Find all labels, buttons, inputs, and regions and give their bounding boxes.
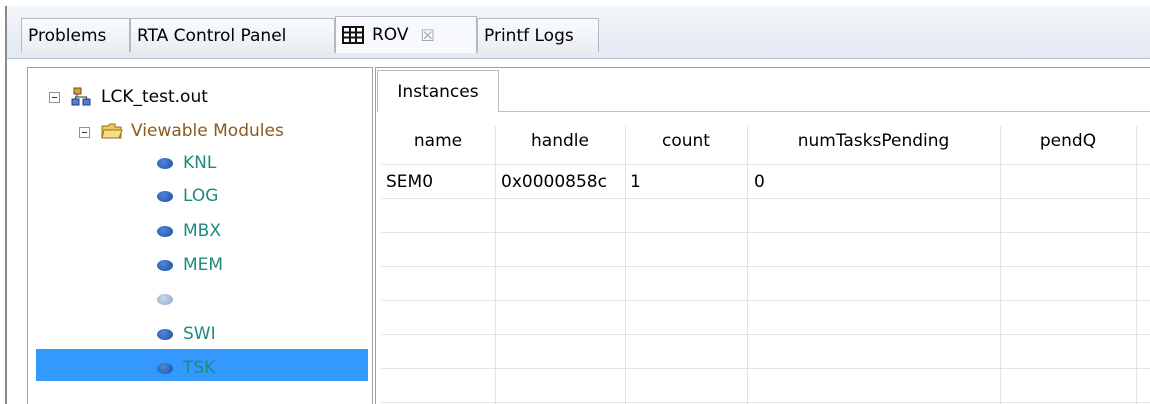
tab-problems[interactable]: Problems bbox=[21, 18, 130, 52]
module-label: MBX bbox=[183, 221, 221, 241]
view-tab-bar: Problems RTA Control Panel ROV ☒ Printf … bbox=[7, 6, 1150, 59]
column-header-name[interactable]: name bbox=[381, 126, 495, 156]
tree-folder-item[interactable]: Viewable Modules bbox=[101, 116, 284, 146]
row-divider bbox=[381, 402, 1150, 403]
tree-folder-label: Viewable Modules bbox=[131, 121, 284, 141]
module-bullet-icon bbox=[157, 225, 173, 237]
module-label: LOG bbox=[183, 186, 219, 206]
column-divider bbox=[1000, 126, 1001, 404]
column-divider bbox=[495, 126, 496, 404]
tree-module-item-selected[interactable]: SEM bbox=[157, 284, 219, 314]
cell-numtaskspending: 0 bbox=[754, 172, 765, 192]
tree-root-label: LCK_test.out bbox=[101, 87, 208, 107]
row-divider bbox=[381, 334, 1150, 335]
cell-handle: 0x0000858c bbox=[501, 172, 607, 192]
open-folder-icon bbox=[101, 122, 123, 140]
close-icon[interactable]: ☒ bbox=[421, 26, 435, 45]
row-divider bbox=[381, 164, 1150, 165]
module-label: TSK bbox=[183, 358, 216, 378]
tab-rov[interactable]: ROV ☒ bbox=[335, 16, 477, 53]
table-grid-icon bbox=[342, 26, 364, 44]
tab-label: Printf Logs bbox=[484, 25, 574, 46]
module-label: KNL bbox=[183, 153, 217, 173]
tree-module-item[interactable]: MBX bbox=[157, 216, 221, 246]
tab-rta-control-panel[interactable]: RTA Control Panel bbox=[130, 18, 335, 52]
column-divider bbox=[625, 126, 626, 404]
tab-label: Instances bbox=[397, 81, 479, 102]
row-divider bbox=[381, 266, 1150, 267]
cell-name: SEM0 bbox=[386, 172, 434, 192]
tree-module-item[interactable]: MEM bbox=[157, 250, 223, 280]
module-bullet-icon bbox=[157, 362, 173, 374]
collapse-toggle-icon[interactable] bbox=[79, 127, 90, 138]
module-bullet-icon bbox=[157, 328, 173, 340]
window-border bbox=[5, 6, 7, 404]
tree-module-item[interactable]: SWI bbox=[157, 319, 216, 349]
program-structure-icon bbox=[71, 87, 93, 107]
row-divider bbox=[381, 232, 1150, 233]
row-divider bbox=[381, 368, 1150, 369]
module-bullet-icon bbox=[157, 293, 173, 305]
module-label: MEM bbox=[183, 255, 224, 275]
module-tree-panel: LCK_test.out Viewable Modules KNL LOG MB… bbox=[27, 67, 373, 404]
module-bullet-icon bbox=[157, 259, 173, 271]
column-header-handle[interactable]: handle bbox=[495, 126, 625, 156]
column-header-numtaskspending[interactable]: numTasksPending bbox=[747, 126, 1000, 156]
tab-printf-logs[interactable]: Printf Logs bbox=[477, 18, 599, 52]
tree-module-item[interactable]: KNL bbox=[157, 148, 216, 178]
module-label: SEM bbox=[183, 289, 220, 309]
tab-instances[interactable]: Instances bbox=[377, 70, 499, 112]
tab-label: Problems bbox=[28, 25, 107, 46]
cell-count: 1 bbox=[630, 172, 641, 192]
module-bullet-icon bbox=[157, 157, 173, 169]
column-divider bbox=[1136, 126, 1137, 404]
column-header-count[interactable]: count bbox=[625, 126, 747, 156]
column-divider bbox=[747, 126, 748, 404]
tab-label: RTA Control Panel bbox=[137, 25, 287, 46]
tree-root-item[interactable]: LCK_test.out bbox=[71, 82, 208, 112]
tab-divider bbox=[499, 111, 1150, 112]
row-divider bbox=[381, 198, 1150, 199]
tree-module-item[interactable]: TSK bbox=[157, 353, 215, 383]
tree-module-item[interactable]: LOG bbox=[157, 181, 218, 211]
module-bullet-icon bbox=[157, 190, 173, 202]
row-divider bbox=[381, 300, 1150, 301]
collapse-toggle-icon[interactable] bbox=[49, 92, 60, 103]
cell-pendq bbox=[1006, 167, 1134, 197]
module-label: SWI bbox=[183, 324, 216, 344]
tab-label: ROV bbox=[372, 25, 409, 45]
column-header-pendq[interactable]: pendQ bbox=[1000, 126, 1136, 156]
instances-panel bbox=[375, 67, 1150, 404]
